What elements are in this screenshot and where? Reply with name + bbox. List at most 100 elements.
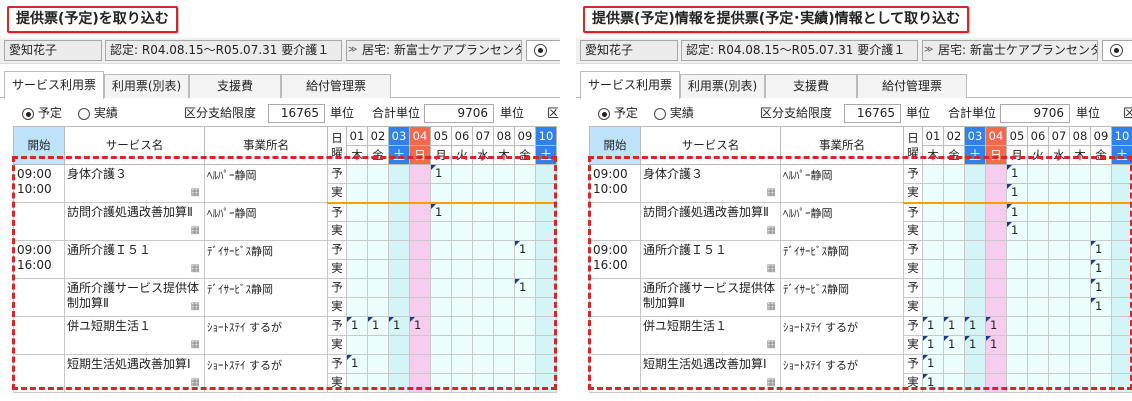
- day-count-cell[interactable]: [472, 373, 494, 393]
- day-count-cell[interactable]: [388, 164, 410, 184]
- office-name-cell[interactable]: ﾍﾙﾊﾟｰ静岡: [204, 164, 328, 203]
- day-count-cell[interactable]: 1: [922, 316, 944, 336]
- day-count-cell[interactable]: [943, 240, 965, 260]
- day-count-cell[interactable]: [1048, 278, 1070, 298]
- day-count-cell[interactable]: [451, 202, 473, 222]
- day-count-cell[interactable]: 1: [430, 202, 452, 222]
- total-input[interactable]: 9706: [1000, 104, 1070, 123]
- table-row[interactable]: 併ユ短期生活１ ▦ ｼｮｰﾄｽﾃｲ するが予 1 1 1 1: [13, 316, 557, 355]
- day-count-cell[interactable]: [472, 259, 494, 279]
- day-count-cell[interactable]: [367, 335, 389, 355]
- day-count-cell[interactable]: 1: [922, 373, 944, 393]
- day-count-cell[interactable]: [535, 183, 557, 204]
- day-count-cell[interactable]: [1006, 354, 1028, 374]
- service-name-cell[interactable]: 短期生活処遇改善加算Ⅰ ▦: [640, 354, 781, 393]
- day-count-cell[interactable]: [535, 259, 557, 279]
- day-count-cell[interactable]: [493, 202, 515, 222]
- limit-input[interactable]: 16765: [844, 104, 901, 123]
- service-name-cell[interactable]: 短期生活処遇改善加算Ⅰ ▦: [64, 354, 205, 393]
- table-row[interactable]: 訪問介護処遇改善加算Ⅱ ▦ ﾍﾙﾊﾟｰ静岡予 1: [589, 202, 1132, 241]
- day-count-cell[interactable]: [1006, 240, 1028, 260]
- day-count-cell[interactable]: [472, 240, 494, 260]
- table-row[interactable]: 訪問介護処遇改善加算Ⅱ ▦ ﾍﾙﾊﾟｰ静岡予 1: [13, 202, 557, 241]
- day-count-cell[interactable]: [1048, 240, 1070, 260]
- day-count-cell[interactable]: [451, 354, 473, 374]
- table-row[interactable]: 09:00 16:00 通所介護Ｉ５１ ▦ ﾃﾞｲｻｰﾋﾞｽ静岡予 1: [13, 240, 557, 279]
- day-count-cell[interactable]: [1111, 183, 1132, 204]
- radio-actual[interactable]: 実績: [78, 104, 118, 122]
- table-row[interactable]: 通所介護サービス提供体制加算Ⅱ ▦ ﾃﾞｲｻｰﾋﾞｽ静岡予 1: [13, 278, 557, 317]
- day-count-cell[interactable]: [472, 316, 494, 336]
- day-count-cell[interactable]: [535, 297, 557, 317]
- day-count-cell[interactable]: [535, 202, 557, 222]
- day-count-cell[interactable]: [388, 373, 410, 393]
- start-time-cell[interactable]: [589, 202, 641, 241]
- day-count-cell[interactable]: [1069, 164, 1091, 184]
- day-count-cell[interactable]: [493, 259, 515, 279]
- day-count-cell[interactable]: [985, 373, 1007, 393]
- day-count-cell[interactable]: 1: [1006, 183, 1028, 204]
- day-count-cell[interactable]: [346, 335, 368, 355]
- day-count-cell[interactable]: [1090, 335, 1112, 355]
- day-count-cell[interactable]: 1: [943, 316, 965, 336]
- start-time-cell[interactable]: [589, 316, 641, 355]
- day-count-cell[interactable]: [943, 164, 965, 184]
- service-name-cell[interactable]: 併ユ短期生活１ ▦: [64, 316, 205, 355]
- day-count-cell[interactable]: [451, 316, 473, 336]
- day-count-cell[interactable]: [409, 373, 431, 393]
- day-count-cell[interactable]: 1: [514, 240, 536, 260]
- office-name-cell[interactable]: ﾍﾙﾊﾟｰ静岡: [780, 164, 904, 203]
- calendar-icon[interactable]: ▦: [191, 299, 200, 314]
- tab-usage-appendix[interactable]: 利用票(別表): [104, 74, 189, 98]
- day-count-cell[interactable]: [943, 183, 965, 204]
- day-count-cell[interactable]: [367, 202, 389, 222]
- day-count-cell[interactable]: [514, 202, 536, 222]
- service-name-cell[interactable]: 通所介護Ｉ５１ ▦: [64, 240, 205, 279]
- day-count-cell[interactable]: [409, 335, 431, 355]
- day-count-cell[interactable]: [388, 259, 410, 279]
- day-count-cell[interactable]: [388, 240, 410, 260]
- day-count-cell[interactable]: [388, 297, 410, 317]
- patient-name-box[interactable]: 愛知花子: [580, 40, 678, 61]
- radio-selector-box[interactable]: [1102, 40, 1132, 61]
- day-count-cell[interactable]: [1048, 164, 1070, 184]
- tab-service-usage[interactable]: サービス利用票: [580, 71, 680, 99]
- day-count-cell[interactable]: [1027, 240, 1049, 260]
- day-count-cell[interactable]: [1027, 297, 1049, 317]
- day-count-cell[interactable]: [964, 278, 986, 298]
- day-count-cell[interactable]: [346, 202, 368, 222]
- day-count-cell[interactable]: [1027, 259, 1049, 279]
- day-count-cell[interactable]: 1: [430, 164, 452, 184]
- day-count-cell[interactable]: [964, 259, 986, 279]
- day-count-cell[interactable]: [1069, 354, 1091, 374]
- day-count-cell[interactable]: [472, 183, 494, 204]
- day-count-cell[interactable]: [1111, 240, 1132, 260]
- day-count-cell[interactable]: [964, 164, 986, 184]
- day-count-cell[interactable]: [985, 164, 1007, 184]
- day-count-cell[interactable]: [430, 316, 452, 336]
- day-count-cell[interactable]: [1027, 316, 1049, 336]
- service-name-cell[interactable]: 通所介護サービス提供体制加算Ⅱ ▦: [640, 278, 781, 317]
- day-count-cell[interactable]: 1: [1006, 202, 1028, 222]
- day-count-cell[interactable]: [430, 297, 452, 317]
- tab-support-fee[interactable]: 支援費: [189, 74, 281, 98]
- day-count-cell[interactable]: [1090, 354, 1112, 374]
- start-time-cell[interactable]: 09:00 10:00: [13, 164, 65, 203]
- day-count-cell[interactable]: [535, 164, 557, 184]
- day-count-cell[interactable]: 1: [346, 316, 368, 336]
- day-count-cell[interactable]: [943, 221, 965, 241]
- limit-input[interactable]: 16765: [268, 104, 325, 123]
- day-count-cell[interactable]: [1090, 202, 1112, 222]
- day-count-cell[interactable]: 1: [1090, 297, 1112, 317]
- day-count-cell[interactable]: 1: [922, 335, 944, 355]
- day-count-cell[interactable]: [514, 354, 536, 374]
- day-count-cell[interactable]: [922, 259, 944, 279]
- calendar-icon[interactable]: ▦: [191, 337, 200, 352]
- day-count-cell[interactable]: [451, 278, 473, 298]
- day-count-cell[interactable]: [367, 354, 389, 374]
- service-name-cell[interactable]: 訪問介護処遇改善加算Ⅱ ▦: [640, 202, 781, 241]
- start-time-cell[interactable]: [13, 202, 65, 241]
- day-count-cell[interactable]: [409, 202, 431, 222]
- day-count-cell[interactable]: [472, 354, 494, 374]
- day-count-cell[interactable]: [430, 240, 452, 260]
